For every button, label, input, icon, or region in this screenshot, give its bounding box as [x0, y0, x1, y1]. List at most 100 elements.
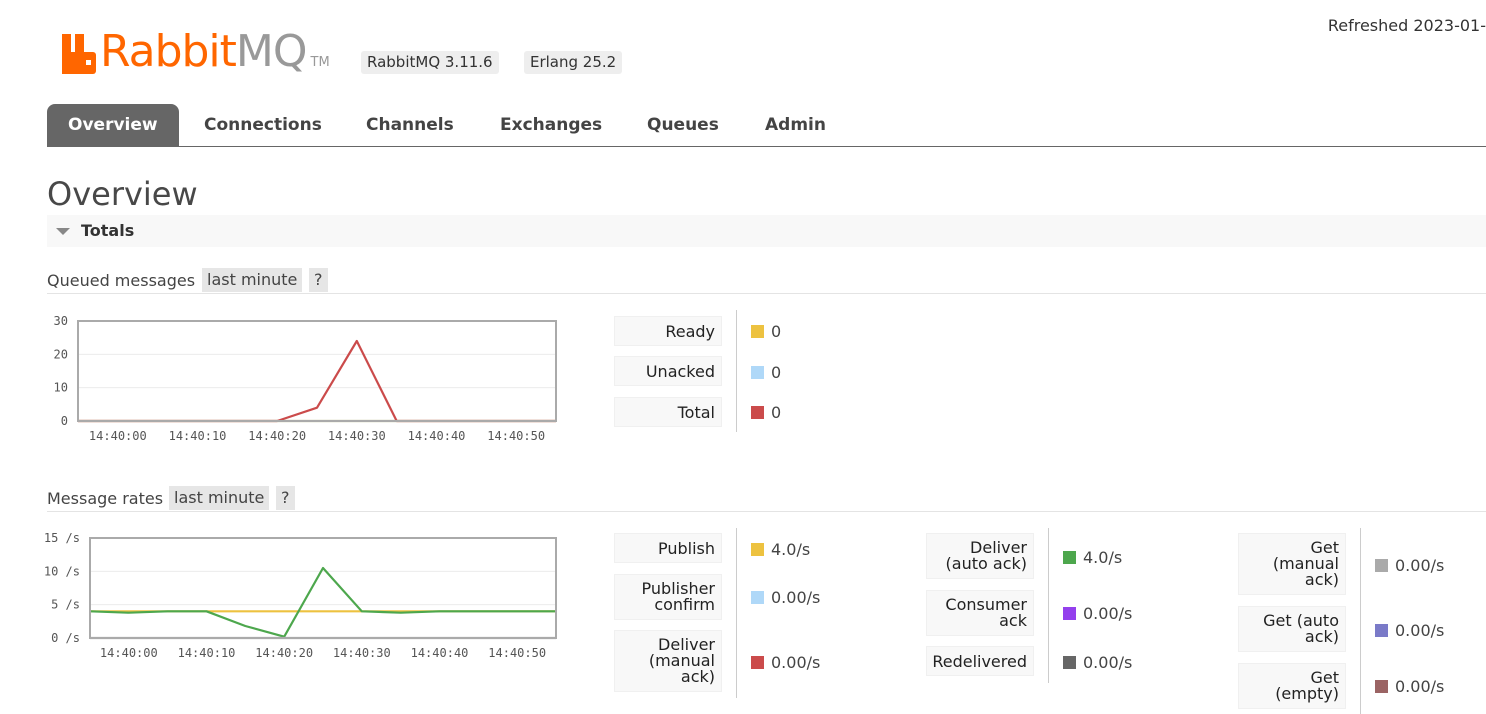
rabbitmq-logo[interactable]: Rabbit MQ TM: [62, 22, 330, 74]
tab-channels[interactable]: Channels: [366, 104, 454, 146]
legend-label-publisher-confirm: Publisher confirm: [614, 574, 722, 620]
tab-queues[interactable]: Queues: [647, 104, 719, 146]
legend-value-deliver-auto-ack: 4.0/s: [1063, 548, 1122, 567]
queued-x-tick-label: 14:40:50: [487, 429, 545, 443]
collapse-triangle-icon: [56, 228, 70, 235]
queued-y-tick-label: 20: [54, 347, 68, 361]
legend-value-consumer-ack: 0.00/s: [1063, 604, 1132, 623]
tab-overview[interactable]: Overview: [47, 104, 179, 146]
ready-swatch: [751, 325, 764, 338]
rates-y-tick-label: 10 /s: [44, 564, 80, 578]
total-swatch: [751, 406, 764, 419]
rates-y-tick-label: 5 /s: [51, 598, 80, 612]
rates-range-selector[interactable]: last minute: [169, 486, 270, 510]
queued-messages-title: Queued messages: [47, 271, 196, 290]
logo-word-mq: MQ: [235, 26, 308, 77]
logo-word-rabbit: Rabbit: [100, 26, 237, 77]
queued-x-tick-label: 14:40:00: [89, 429, 147, 443]
rates-x-tick-label: 14:40:00: [100, 646, 158, 660]
get-empty-swatch: [1375, 680, 1388, 693]
queued-messages-header: Queued messages last minute ?: [47, 268, 1486, 294]
get-empty-value: 0.00/s: [1395, 677, 1445, 696]
legend-value-get-auto-ack: 0.00/s: [1375, 621, 1444, 640]
tab-exchanges[interactable]: Exchanges: [500, 104, 602, 146]
queued-x-tick-label: 14:40:30: [328, 429, 386, 443]
deliver-auto-ack-value: 4.0/s: [1083, 548, 1123, 567]
rates-y-tick-label: 0 /s: [51, 631, 80, 645]
legend-label-deliver-manual-ack: Deliver (manual ack): [614, 630, 722, 692]
legend-value-get-empty: 0.00/s: [1375, 677, 1444, 696]
get-auto-ack-value: 0.00/s: [1395, 621, 1445, 640]
erlang-version-badge: Erlang 25.2: [524, 51, 623, 74]
totals-section-toggle[interactable]: Totals: [47, 215, 1486, 247]
legend-label-total: Total: [614, 397, 722, 427]
legend-label-get-manual-ack: Get (manual ack): [1238, 533, 1346, 595]
legend-value-publish: 4.0/s: [751, 540, 810, 559]
legend-value-redelivered: 0.00/s: [1063, 653, 1132, 672]
legend-label-unacked: Unacked: [614, 356, 722, 386]
rates-help-button[interactable]: ?: [276, 486, 295, 510]
redelivered-swatch: [1063, 656, 1076, 669]
rates-x-tick-label: 14:40:10: [178, 646, 236, 660]
queued-messages-chart: 0 10 20 30 14:40:00 14:40:10 14:40:20 14:40:30 1…: [54, 314, 557, 443]
queued-y-tick-label: 0: [61, 414, 68, 428]
queued-series-total: [78, 339, 556, 423]
deliver-manual-ack-swatch: [751, 656, 764, 669]
legend-label-deliver-auto-ack: Deliver (auto ack): [926, 533, 1034, 579]
consumer-ack-swatch: [1063, 607, 1076, 620]
legend-label-ready: Ready: [614, 316, 722, 346]
legend-label-consumer-ack: Consumer ack: [926, 590, 1034, 636]
tab-admin[interactable]: Admin: [765, 104, 826, 146]
legend-divider: [736, 310, 737, 432]
legend-value-total: 0: [751, 403, 781, 422]
page-title: Overview: [47, 175, 198, 213]
get-manual-ack-value: 0.00/s: [1395, 556, 1445, 575]
deliver-manual-ack-value: 0.00/s: [771, 653, 821, 672]
queued-y-tick-label: 10: [54, 381, 68, 395]
total-value: 0: [771, 403, 782, 422]
ready-value: 0: [771, 322, 782, 341]
queued-help-button[interactable]: ?: [309, 268, 328, 292]
rates-x-tick-label: 14:40:40: [411, 646, 469, 660]
unacked-value: 0: [771, 363, 782, 382]
consumer-ack-value: 0.00/s: [1083, 604, 1133, 623]
main-nav-tabs: Overview Connections Channels Exchanges …: [47, 104, 1486, 147]
message-rates-title: Message rates: [47, 489, 164, 508]
legend-value-publisher-confirm: 0.00/s: [751, 588, 820, 607]
logo-tm: TM: [310, 55, 330, 70]
legend-label-redelivered: Redelivered: [926, 646, 1034, 676]
queued-x-tick-label: 14:40:10: [169, 429, 227, 443]
deliver-auto-ack-swatch: [1063, 551, 1076, 564]
rates-plot-frame: [89, 537, 557, 639]
legend-label-get-auto-ack: Get (auto ack): [1238, 606, 1346, 652]
rabbitmq-version-badge: RabbitMQ 3.11.6: [361, 51, 499, 74]
legend-value-deliver-manual-ack: 0.00/s: [751, 653, 820, 672]
rates-divider-3: [1360, 528, 1361, 714]
message-rates-chart: 0 /s 5 /s 10 /s 15 /s 14:40:00 14:40:10 14:40:…: [44, 531, 557, 660]
rates-series-deliver-auto-ack: [89, 566, 556, 638]
rabbitmq-mark-icon: [62, 34, 96, 74]
tab-connections[interactable]: Connections: [204, 104, 322, 146]
unacked-swatch: [751, 366, 764, 379]
publisher-confirm-value: 0.00/s: [771, 588, 821, 607]
queued-x-tick-label: 14:40:20: [248, 429, 306, 443]
redelivered-value: 0.00/s: [1083, 653, 1133, 672]
refreshed-timestamp: Refreshed 2023-01-: [1327, 16, 1486, 35]
get-auto-ack-swatch: [1375, 624, 1388, 637]
rates-y-tick-label: 15 /s: [44, 531, 80, 545]
message-rates-header: Message rates last minute ?: [47, 486, 1486, 512]
rates-x-tick-label: 14:40:20: [255, 646, 313, 660]
legend-value-unacked: 0: [751, 363, 781, 382]
publisher-confirm-swatch: [751, 591, 764, 604]
queued-range-selector[interactable]: last minute: [202, 268, 303, 292]
queued-x-tick-label: 14:40:40: [408, 429, 466, 443]
get-manual-ack-swatch: [1375, 559, 1388, 572]
publish-swatch: [751, 543, 764, 556]
publish-value: 4.0/s: [771, 540, 811, 559]
rates-divider-2: [1048, 528, 1049, 683]
rates-x-tick-label: 14:40:50: [488, 646, 546, 660]
queued-y-tick-label: 30: [54, 314, 68, 328]
rates-x-tick-label: 14:40:30: [333, 646, 391, 660]
rates-divider-1: [736, 528, 737, 698]
legend-label-get-empty: Get (empty): [1238, 663, 1346, 709]
